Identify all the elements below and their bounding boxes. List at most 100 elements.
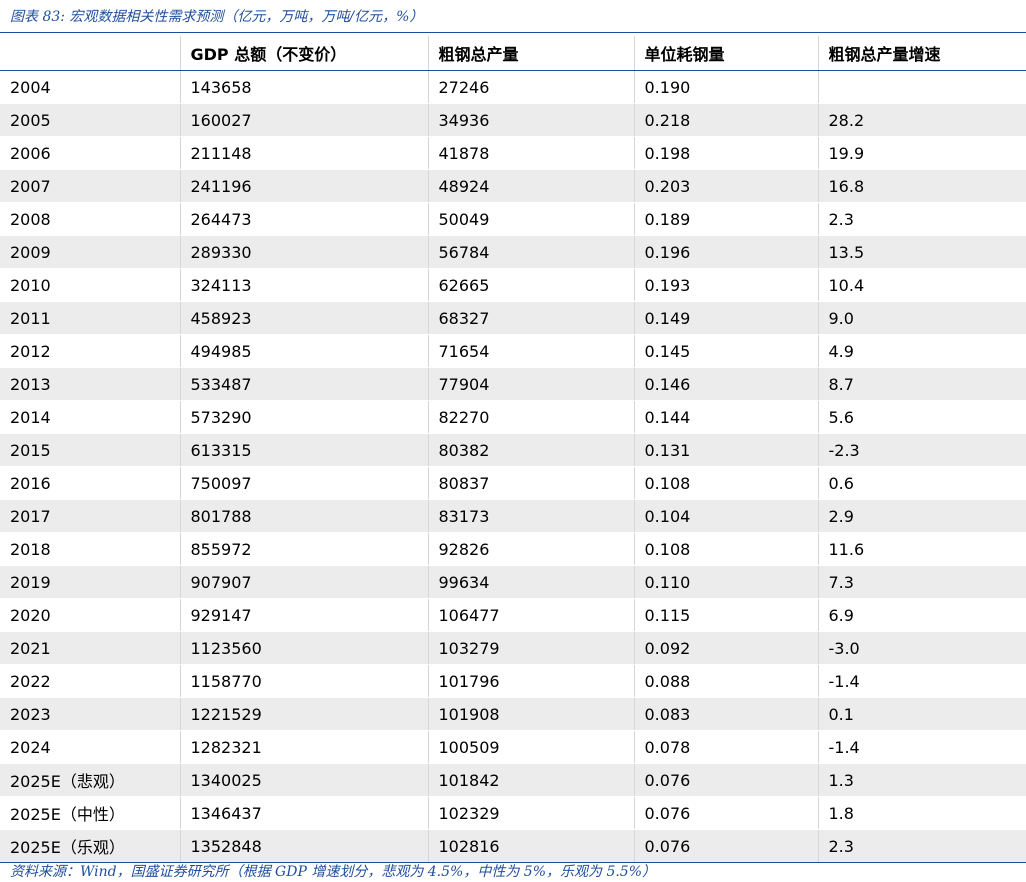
steel-output-cell: 103279 <box>427 631 634 665</box>
table-row: 2018 855972 92826 0.108 11.6 <box>0 532 1026 566</box>
gdp-cell: 613315 <box>179 433 428 467</box>
year-cell: 2004 <box>0 70 180 104</box>
steel-output-cell: 80837 <box>427 466 634 500</box>
year-cell: 2009 <box>0 235 180 269</box>
gdp-cell: 494985 <box>179 334 428 368</box>
gdp-cell: 907907 <box>179 565 428 599</box>
table-row: 2010 324113 62665 0.193 10.4 <box>0 268 1026 302</box>
steel-output-cell: 48924 <box>427 169 634 203</box>
data-table: GDP 总额（不变价） 粗钢总产量 单位耗钢量 粗钢总产量增速 2004 1436… <box>0 36 1026 863</box>
steel-output-cell: 101908 <box>427 697 634 731</box>
growth-cell: -1.4 <box>817 730 1026 764</box>
steel-output-cell: 71654 <box>427 334 634 368</box>
steel-output-cell: 106477 <box>427 598 634 632</box>
table-row: 2005 160027 34936 0.218 28.2 <box>0 103 1026 137</box>
table-row: 2019 907907 99634 0.110 7.3 <box>0 565 1026 599</box>
table-row: 2007 241196 48924 0.203 16.8 <box>0 169 1026 203</box>
growth-cell: 4.9 <box>817 334 1026 368</box>
growth-cell: 2.9 <box>817 499 1026 533</box>
table-row: 2015 613315 80382 0.131 -2.3 <box>0 433 1026 467</box>
growth-cell: 2.3 <box>817 202 1026 236</box>
year-cell: 2014 <box>0 400 180 434</box>
year-cell: 2016 <box>0 466 180 500</box>
year-cell: 2017 <box>0 499 180 533</box>
steel-output-cell: 92826 <box>427 532 634 566</box>
year-cell: 2018 <box>0 532 180 566</box>
growth-cell: 2.3 <box>817 829 1026 863</box>
intensity-cell: 0.108 <box>633 532 818 566</box>
intensity-cell: 0.088 <box>633 664 818 698</box>
growth-cell <box>817 70 1026 104</box>
growth-cell: 16.8 <box>817 169 1026 203</box>
intensity-cell: 0.149 <box>633 301 818 335</box>
figure-caption: 图表 83: 宏观数据相关性需求预测（亿元，万吨，万吨/亿元，%） <box>10 9 424 25</box>
header-crude-steel-output: 粗钢总产量 <box>427 36 634 71</box>
growth-cell: 1.8 <box>817 796 1026 830</box>
gdp-cell: 1352848 <box>179 829 428 863</box>
table-row: 2024 1282321 100509 0.078 -1.4 <box>0 730 1026 764</box>
steel-output-cell: 62665 <box>427 268 634 302</box>
gdp-cell: 324113 <box>179 268 428 302</box>
year-cell: 2012 <box>0 334 180 368</box>
intensity-cell: 0.115 <box>633 598 818 632</box>
header-year <box>0 36 180 71</box>
growth-cell: -2.3 <box>817 433 1026 467</box>
caption-divider <box>0 32 1026 33</box>
table-row: 2013 533487 77904 0.146 8.7 <box>0 367 1026 401</box>
source-note: 资料来源：Wind，国盛证券研究所（根据 GDP 增速划分，悲观为 4.5%，中… <box>10 864 657 880</box>
intensity-cell: 0.198 <box>633 136 818 170</box>
intensity-cell: 0.131 <box>633 433 818 467</box>
table-row: 2017 801788 83173 0.104 2.9 <box>0 499 1026 533</box>
gdp-cell: 929147 <box>179 598 428 632</box>
year-cell: 2013 <box>0 367 180 401</box>
year-cell: 2005 <box>0 103 180 137</box>
growth-cell: 0.6 <box>817 466 1026 500</box>
steel-output-cell: 101796 <box>427 664 634 698</box>
year-cell: 2011 <box>0 301 180 335</box>
growth-cell: 0.1 <box>817 697 1026 731</box>
growth-cell: 8.7 <box>817 367 1026 401</box>
steel-output-cell: 82270 <box>427 400 634 434</box>
table-row: 2012 494985 71654 0.145 4.9 <box>0 334 1026 368</box>
table-row: 2009 289330 56784 0.196 13.5 <box>0 235 1026 269</box>
year-cell: 2006 <box>0 136 180 170</box>
intensity-cell: 0.083 <box>633 697 818 731</box>
intensity-cell: 0.203 <box>633 169 818 203</box>
year-cell: 2020 <box>0 598 180 632</box>
year-cell: 2015 <box>0 433 180 467</box>
table-row: 2008 264473 50049 0.189 2.3 <box>0 202 1026 236</box>
steel-output-cell: 56784 <box>427 235 634 269</box>
year-cell: 2024 <box>0 730 180 764</box>
table-row: 2025E（乐观） 1352848 102816 0.076 2.3 <box>0 829 1026 863</box>
growth-cell: 10.4 <box>817 268 1026 302</box>
intensity-cell: 0.190 <box>633 70 818 104</box>
growth-cell: 5.6 <box>817 400 1026 434</box>
steel-output-cell: 99634 <box>427 565 634 599</box>
year-cell: 2023 <box>0 697 180 731</box>
intensity-cell: 0.218 <box>633 103 818 137</box>
year-cell: 2019 <box>0 565 180 599</box>
growth-cell: 28.2 <box>817 103 1026 137</box>
gdp-cell: 801788 <box>179 499 428 533</box>
intensity-cell: 0.076 <box>633 796 818 830</box>
steel-output-cell: 100509 <box>427 730 634 764</box>
gdp-cell: 573290 <box>179 400 428 434</box>
gdp-cell: 143658 <box>179 70 428 104</box>
year-cell: 2025E（乐观） <box>0 829 180 863</box>
table-row: 2016 750097 80837 0.108 0.6 <box>0 466 1026 500</box>
gdp-cell: 1346437 <box>179 796 428 830</box>
table-row: 2004 143658 27246 0.190 <box>0 70 1026 104</box>
growth-cell: 13.5 <box>817 235 1026 269</box>
steel-output-cell: 101842 <box>427 763 634 797</box>
gdp-cell: 1340025 <box>179 763 428 797</box>
year-cell: 2007 <box>0 169 180 203</box>
table-header-row: GDP 总额（不变价） 粗钢总产量 单位耗钢量 粗钢总产量增速 <box>0 36 1026 71</box>
gdp-cell: 289330 <box>179 235 428 269</box>
gdp-cell: 855972 <box>179 532 428 566</box>
gdp-cell: 1282321 <box>179 730 428 764</box>
table-row: 2022 1158770 101796 0.088 -1.4 <box>0 664 1026 698</box>
table-row: 2025E（中性） 1346437 102329 0.076 1.8 <box>0 796 1026 830</box>
table-row: 2021 1123560 103279 0.092 -3.0 <box>0 631 1026 665</box>
intensity-cell: 0.076 <box>633 763 818 797</box>
growth-cell: 11.6 <box>817 532 1026 566</box>
